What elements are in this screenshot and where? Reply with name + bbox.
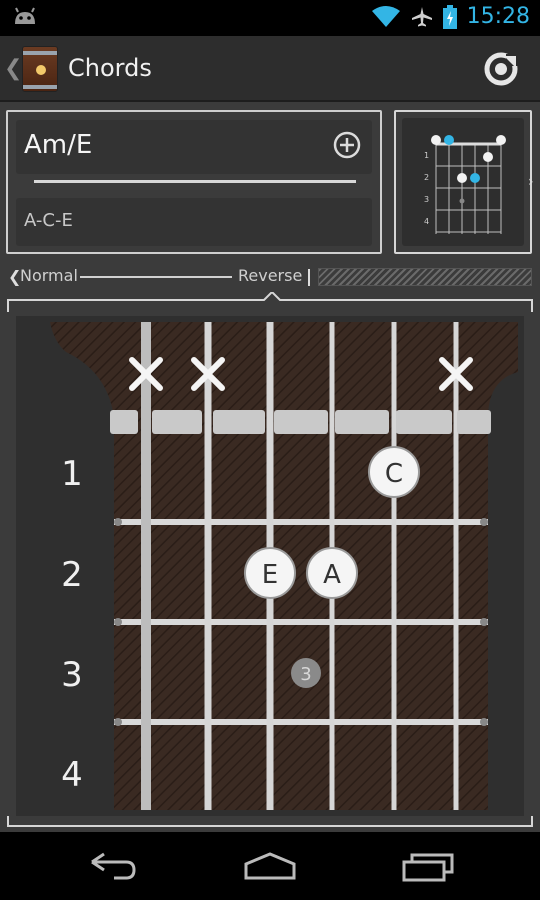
mini-fret-3: 3 <box>424 195 429 204</box>
fret-number: 2 <box>61 555 83 595</box>
action-bar: ❮ Chords <box>0 36 540 102</box>
android-icon <box>15 7 35 24</box>
screen: 15:28 ❮ Chords Am/E A-C-E 1 2 3 4 › ❮ No… <box>0 0 540 900</box>
page-title: Chords <box>68 54 152 82</box>
guitar-string <box>141 322 151 810</box>
battery-icon <box>442 4 457 29</box>
chord-name-box[interactable]: Am/E <box>16 120 372 174</box>
fret-number: 4 <box>61 755 83 795</box>
refresh-icon[interactable] <box>484 52 518 86</box>
mini-fret-4: 4 <box>424 217 429 226</box>
clock: 15:28 <box>466 4 530 29</box>
wifi-icon <box>371 5 400 27</box>
scroll-handle[interactable] <box>318 268 532 286</box>
mini-finger <box>470 173 480 183</box>
guitar-string <box>453 322 459 810</box>
fret-end <box>480 618 488 626</box>
fret-end <box>480 718 488 726</box>
guitar-string <box>391 322 397 810</box>
chord-notes-box: A-C-E <box>16 198 372 246</box>
mini-hint <box>459 198 465 204</box>
hint-marker-label: 3 <box>300 664 311 685</box>
divider <box>34 180 356 183</box>
chord-notes: A-C-E <box>24 210 73 231</box>
mini-open-string <box>431 135 441 145</box>
add-chord-icon[interactable] <box>332 130 362 160</box>
mode-reverse-label[interactable]: Reverse <box>238 266 302 285</box>
guitar-string <box>204 322 212 810</box>
mode-normal-label[interactable]: Normal <box>20 266 78 285</box>
mini-fret-1: 1 <box>424 151 429 160</box>
note-marker-label: A <box>323 560 341 590</box>
app-logo[interactable] <box>22 46 58 92</box>
fret-wire <box>114 519 488 525</box>
fret-wire <box>114 619 488 625</box>
fret-number: 3 <box>61 655 83 695</box>
mode-divider <box>308 269 310 286</box>
note-marker-label: C <box>385 459 403 489</box>
fret-end <box>114 718 122 726</box>
fret-wire <box>114 719 488 725</box>
mini-finger <box>457 173 467 183</box>
fret-end <box>480 518 488 526</box>
mini-expand-chevron-icon[interactable]: › <box>528 174 534 190</box>
navigation-bar <box>0 832 540 900</box>
mode-toggle[interactable]: ❮ Normal Reverse <box>0 264 540 290</box>
home-icon[interactable] <box>242 850 298 882</box>
mini-root-open <box>444 135 454 145</box>
fret-end <box>114 518 122 526</box>
chord-panel: Am/E A-C-E <box>6 110 382 254</box>
chord-name: Am/E <box>24 130 93 160</box>
recent-apps-icon[interactable] <box>400 850 456 882</box>
back-chevron-icon[interactable]: ❮ <box>4 56 22 81</box>
airplane-icon <box>411 6 432 26</box>
fret-number: 1 <box>61 454 83 494</box>
mini-diagram-area: 1 2 3 4 <box>402 118 524 246</box>
status-bar: 15:28 <box>0 0 540 36</box>
mini-open-string <box>496 135 506 145</box>
mini-chord-diagram[interactable]: 1 2 3 4 <box>394 110 532 254</box>
back-icon[interactable] <box>84 850 140 882</box>
fretboard[interactable]: 1 2 3 4 C E A 3 <box>6 292 534 828</box>
mini-finger <box>483 152 493 162</box>
mini-fret-2: 2 <box>424 173 429 182</box>
note-marker-label: E <box>262 560 278 590</box>
mini-diagram-svg: 1 2 3 4 <box>424 135 506 234</box>
mode-slider-track[interactable] <box>80 276 232 278</box>
fret-end <box>114 618 122 626</box>
